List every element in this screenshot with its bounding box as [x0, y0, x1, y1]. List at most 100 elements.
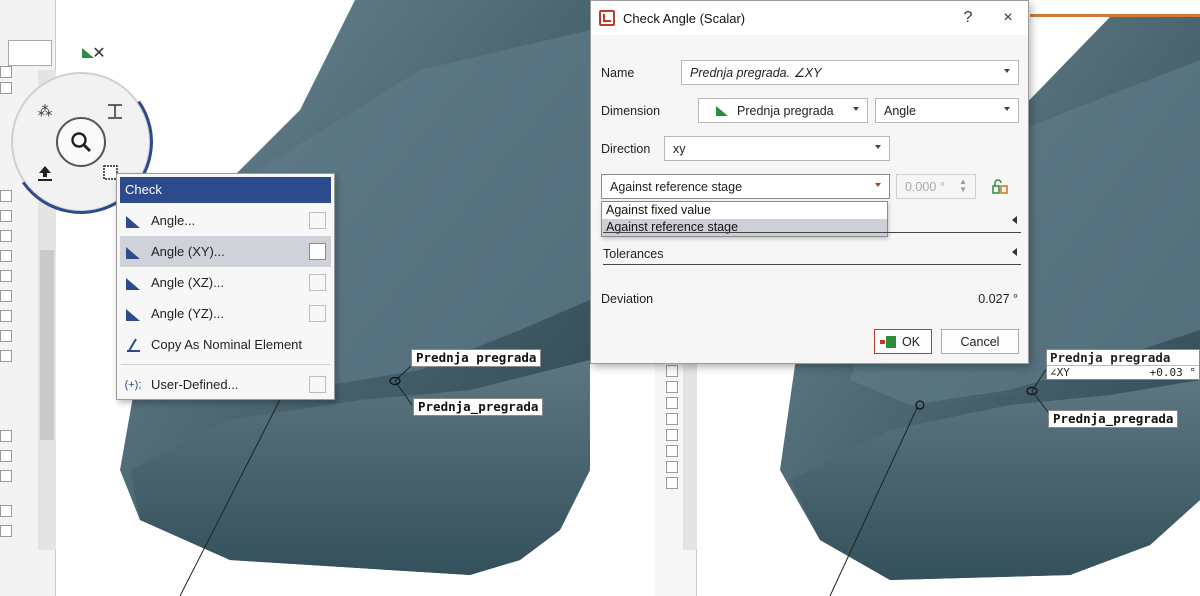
checkbox[interactable] — [0, 66, 12, 78]
name-value: Prednja pregrada. ∠XY — [690, 66, 822, 80]
angle-xy-icon — [123, 243, 143, 261]
menu-item-checkbox[interactable] — [309, 376, 326, 393]
menu-item-label: Angle (XZ)... — [151, 275, 224, 290]
checkbox[interactable] — [0, 230, 12, 242]
checkbox[interactable] — [666, 445, 678, 457]
checkbox[interactable] — [0, 430, 12, 442]
user-defined-icon: (+); — [124, 378, 142, 391]
angle-xz-glyph — [126, 277, 140, 290]
dialog-titlebar: Check Angle (Scalar) ? × — [591, 1, 1028, 35]
checkbox[interactable] — [0, 450, 12, 462]
cancel-button[interactable]: Cancel — [941, 329, 1019, 354]
measurement-label-row: ∠XY +0.03 ° — [1047, 365, 1199, 379]
checkbox[interactable] — [0, 310, 12, 322]
close-icon[interactable]: ✕ — [86, 42, 112, 64]
angle-xy-glyph — [126, 246, 140, 259]
checkbox[interactable] — [0, 290, 12, 302]
copy-nominal-glyph — [127, 337, 140, 352]
checkbox[interactable] — [666, 429, 678, 441]
dimension-element-select[interactable]: Prednja pregrada — [698, 98, 868, 123]
reference-mode-select[interactable]: Against reference stage — [601, 174, 890, 199]
menu-item-angle[interactable]: Angle... — [117, 205, 334, 236]
ok-button[interactable]: OK — [874, 329, 932, 354]
menu-item-angle-yz[interactable]: Angle (YZ)... — [117, 298, 334, 329]
checkbox[interactable] — [0, 190, 12, 202]
select-points-icon[interactable]: ⁂ — [30, 98, 60, 124]
checkbox[interactable] — [0, 250, 12, 262]
checkbox[interactable] — [0, 270, 12, 282]
chevron-down-icon — [853, 107, 859, 111]
menu-item-angle-xy[interactable]: Angle (XY)... — [120, 236, 331, 267]
export-glyph — [38, 166, 52, 181]
menu-item-checkbox[interactable] — [309, 243, 326, 260]
measurement-label[interactable]: Prednja pregrada ∠XY +0.03 ° — [1046, 349, 1200, 380]
checkbox[interactable] — [666, 477, 678, 489]
menu-item-user-defined[interactable]: (+); User-Defined... — [117, 369, 334, 400]
checkbox[interactable] — [0, 210, 12, 222]
cancel-label: Cancel — [960, 334, 1000, 349]
chevron-down-icon — [1004, 69, 1010, 73]
direction-select[interactable]: xy — [664, 136, 890, 161]
menu-item-label: Angle (YZ)... — [151, 306, 224, 321]
menu-item-checkbox[interactable] — [309, 305, 326, 322]
ok-label: OK — [901, 334, 921, 349]
chevron-down-icon — [1004, 107, 1010, 111]
magnifier-glyph — [71, 132, 92, 153]
dimension-type-select[interactable]: Angle — [875, 98, 1019, 123]
right-screenshot-panel: Prednja pregrada ∠XY +0.03 ° Prednja_pre… — [590, 0, 1200, 596]
scrollbar-thumb[interactable] — [40, 250, 54, 440]
measurement-type: ∠XY — [1050, 366, 1070, 379]
tolerances-section[interactable]: Tolerances — [603, 243, 1021, 265]
reference-value-field[interactable]: 0.000 ° ▲ ▼ — [896, 174, 976, 199]
element-label-lower[interactable]: Prednja_pregrada — [1048, 410, 1179, 428]
collapsed-section[interactable] — [603, 211, 1021, 233]
menu-item-checkbox[interactable] — [309, 274, 326, 291]
check-angle-dialog: Check Angle (Scalar) ? × Name Prednja pr… — [590, 0, 1029, 364]
checkbox[interactable] — [666, 381, 678, 393]
deviation-value: 0.027 ° — [978, 292, 1018, 306]
chevron-down-icon — [875, 183, 881, 187]
direction-label: Direction — [601, 142, 651, 156]
expand-arrow-icon — [1012, 216, 1017, 224]
menu-separator — [121, 364, 330, 365]
reference-mode-value: Against reference stage — [610, 179, 743, 194]
scrollbar-track[interactable] — [683, 360, 697, 550]
lock-icon[interactable] — [984, 174, 1016, 199]
expand-arrow-icon — [1012, 248, 1017, 256]
left-screenshot-panel: ✕ ⁂ Prednja pregrada Prednja_pregrada Ch… — [0, 0, 590, 596]
element-label-lower[interactable]: Prednja_pregrada — [413, 398, 544, 416]
checkbox[interactable] — [0, 470, 12, 482]
text-label-icon[interactable] — [100, 98, 130, 124]
menu-item-angle-xz[interactable]: Angle (XZ)... — [117, 267, 334, 298]
reference-value: 0.000 ° — [905, 179, 945, 194]
menu-item-label: Copy As Nominal Element — [151, 337, 303, 352]
checkbox[interactable] — [0, 82, 12, 94]
menu-item-label: User-Defined... — [151, 377, 239, 392]
element-label-upper[interactable]: Prednja pregrada — [411, 349, 542, 367]
checkbox[interactable] — [0, 525, 12, 537]
angle-glyph — [126, 215, 140, 228]
menu-item-checkbox[interactable] — [309, 212, 326, 229]
copy-nominal-icon — [123, 336, 143, 354]
checkbox[interactable] — [0, 330, 12, 342]
dimension-type-value: Angle — [884, 103, 916, 118]
menu-item-copy-nominal[interactable]: Copy As Nominal Element — [117, 329, 334, 360]
checkbox[interactable] — [666, 461, 678, 473]
checkbox[interactable] — [0, 505, 12, 517]
text-label-glyph — [108, 104, 122, 119]
toolbar-field[interactable] — [8, 40, 52, 66]
help-button[interactable]: ? — [948, 9, 988, 27]
check-context-menu: Check Angle... Angle (XY)... Angle (XZ).… — [116, 173, 335, 400]
direction-value: xy — [673, 141, 686, 156]
name-field[interactable]: Prednja pregrada. ∠XY — [681, 60, 1019, 85]
element-icon — [716, 105, 728, 116]
measurement-value: +0.03 ° — [1149, 366, 1196, 379]
spin-arrows-icon[interactable]: ▲ ▼ — [959, 178, 967, 194]
export-icon[interactable] — [30, 160, 60, 186]
measurement-label-name: Prednja pregrada — [1050, 350, 1171, 365]
checkbox[interactable] — [666, 413, 678, 425]
close-button[interactable]: × — [988, 9, 1028, 27]
visibility-eye-icon[interactable] — [666, 397, 678, 409]
checkbox[interactable] — [0, 350, 12, 362]
checkbox[interactable] — [666, 365, 678, 377]
